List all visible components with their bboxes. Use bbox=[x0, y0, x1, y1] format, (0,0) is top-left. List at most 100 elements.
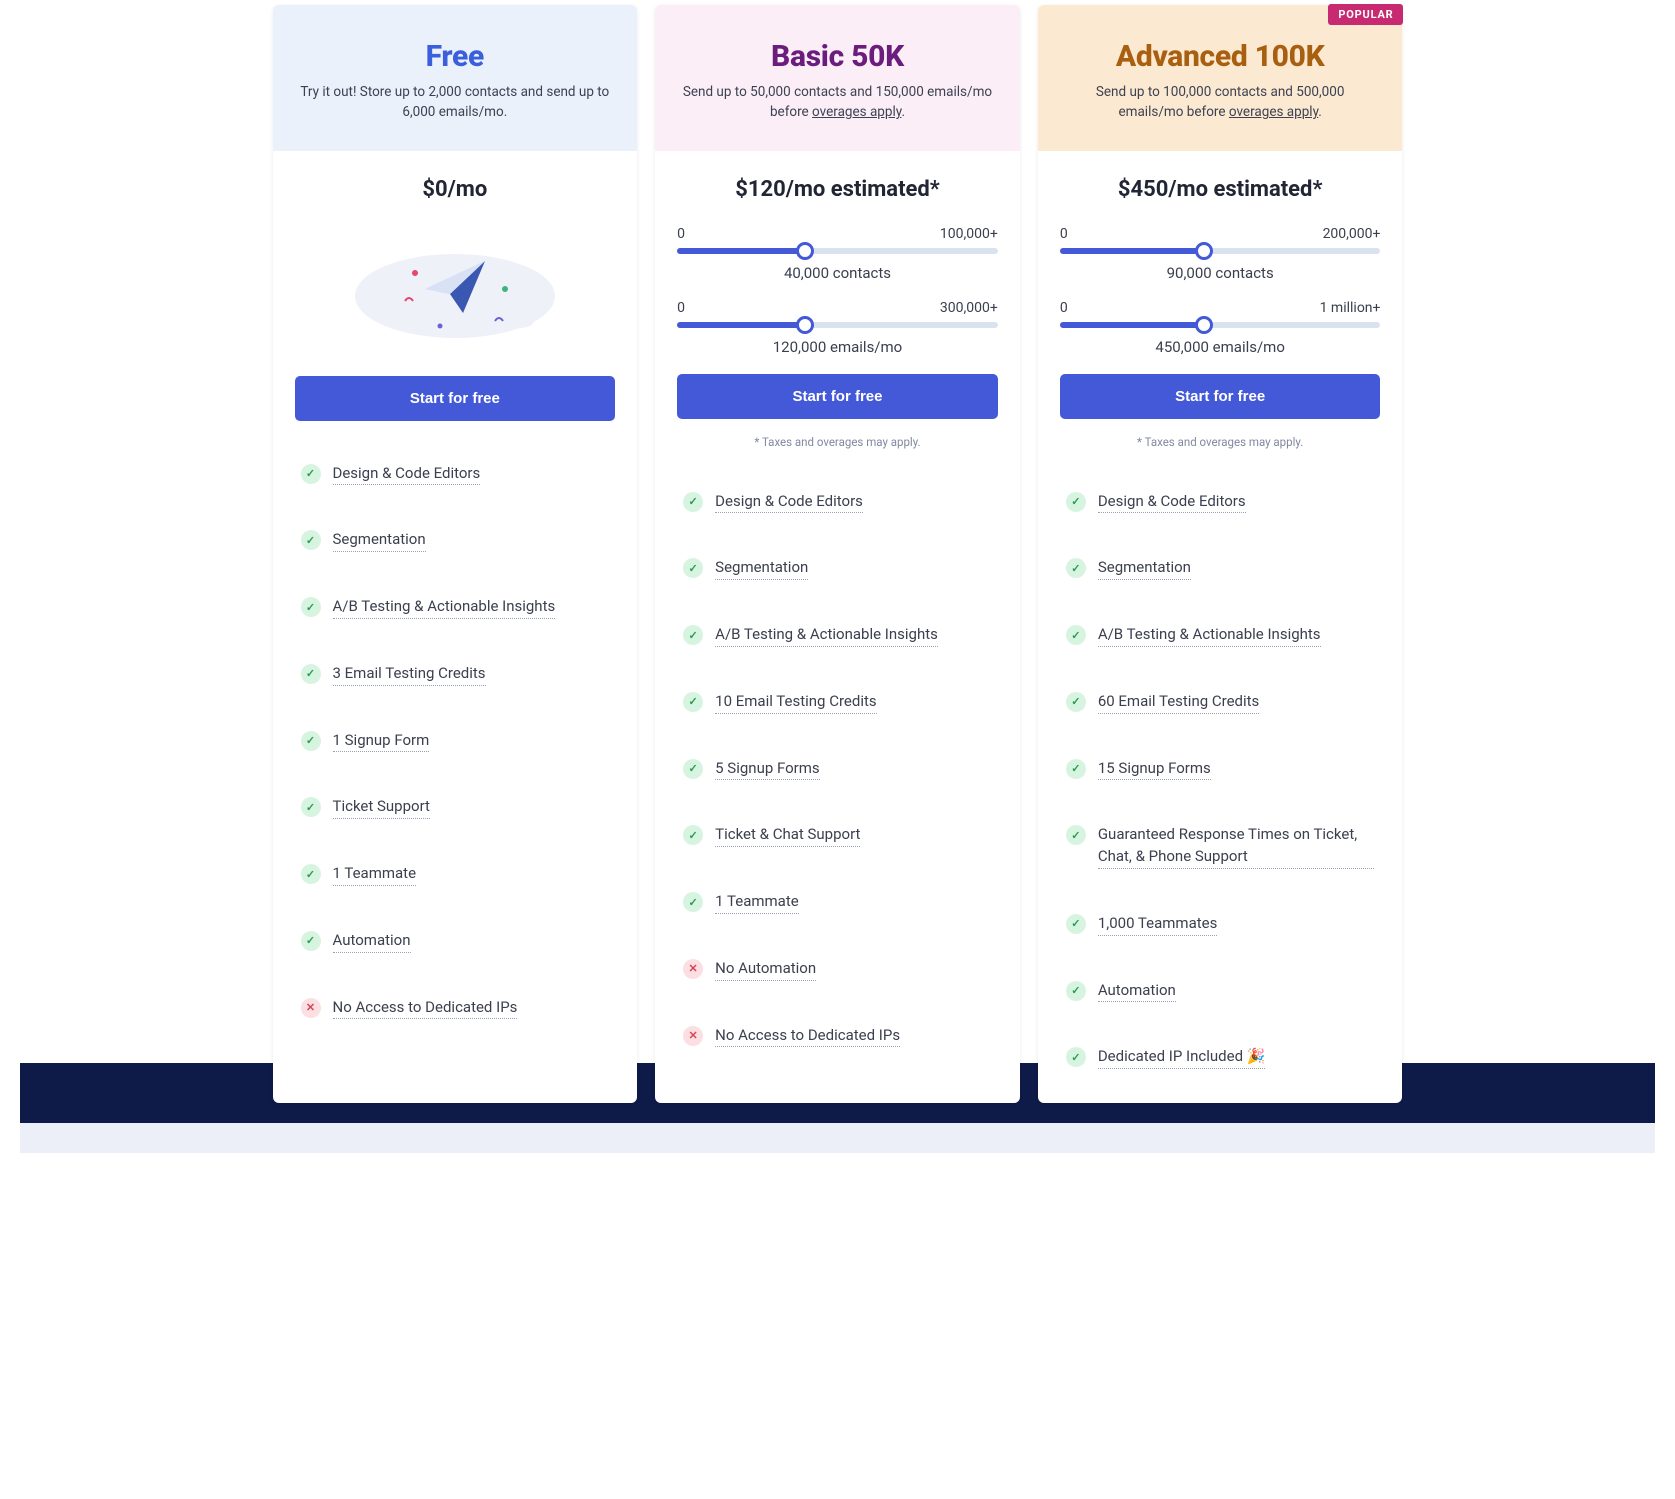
feature-row: ✓1 Teammate bbox=[683, 891, 992, 914]
plan-title: Basic 50K bbox=[679, 39, 996, 74]
plan-card-advanced: POPULAR Advanced 100K Send up to 100,000… bbox=[1038, 5, 1403, 1103]
tax-note: * Taxes and overages may apply. bbox=[1060, 435, 1381, 449]
plan-subtitle: Send up to 100,000 contacts and 500,000 … bbox=[1062, 82, 1379, 123]
feature-row: ✓ Design & Code Editors bbox=[683, 491, 992, 514]
feature-row: ✓Automation bbox=[1066, 980, 1375, 1003]
subtitle-text: . bbox=[1318, 104, 1322, 120]
subtitle-text: . bbox=[901, 104, 905, 120]
feature-label: Automation bbox=[333, 930, 411, 953]
slider-track[interactable] bbox=[1060, 248, 1381, 254]
feature-label: Segmentation bbox=[1098, 557, 1191, 580]
feature-row: ✓ A/B Testing & Actionable Insights bbox=[1066, 624, 1375, 647]
feature-label: Segmentation bbox=[333, 529, 426, 552]
feature-row: ✕No Automation bbox=[683, 958, 992, 981]
feature-label: Design & Code Editors bbox=[715, 491, 863, 514]
check-icon: ✓ bbox=[301, 731, 321, 751]
slider-min: 0 bbox=[1060, 226, 1068, 242]
feature-label: Dedicated IP Included 🎉 bbox=[1098, 1046, 1266, 1069]
feature-label: 60 Email Testing Credits bbox=[1098, 691, 1259, 714]
feature-label: 10 Email Testing Credits bbox=[715, 691, 876, 714]
check-icon: ✓ bbox=[1066, 625, 1086, 645]
check-icon: ✓ bbox=[683, 558, 703, 578]
feature-row: ✓ Dedicated IP Included 🎉 bbox=[1066, 1046, 1375, 1069]
feature-label: 1,000 Teammates bbox=[1098, 913, 1218, 936]
feature-label: 3 Email Testing Credits bbox=[333, 663, 486, 686]
feature-label: 1 Teammate bbox=[715, 891, 799, 914]
plan-price: $120/mo estimated* bbox=[677, 177, 998, 202]
feature-label: A/B Testing & Actionable Insights bbox=[1098, 624, 1321, 647]
slider-value: 90,000 contacts bbox=[1060, 264, 1381, 282]
slider-thumb[interactable] bbox=[796, 242, 814, 260]
feature-row: ✓Guaranteed Response Times on Ticket, Ch… bbox=[1066, 824, 1375, 869]
check-icon: ✓ bbox=[301, 597, 321, 617]
check-icon: ✓ bbox=[683, 492, 703, 512]
feature-label: Design & Code Editors bbox=[333, 463, 481, 486]
feature-label: No Automation bbox=[715, 958, 816, 981]
contacts-slider: 0 200,000+ 90,000 contacts bbox=[1060, 226, 1381, 282]
check-icon: ✓ bbox=[1066, 1047, 1086, 1067]
feature-row: ✓5 Signup Forms bbox=[683, 758, 992, 781]
slider-thumb[interactable] bbox=[1195, 316, 1213, 334]
feature-label: 1 Teammate bbox=[333, 863, 417, 886]
check-icon: ✓ bbox=[1066, 914, 1086, 934]
slider-fill bbox=[677, 248, 805, 254]
start-free-button[interactable]: Start for free bbox=[677, 374, 998, 419]
slider-max: 100,000+ bbox=[940, 226, 998, 242]
overages-link[interactable]: overages apply bbox=[1229, 104, 1318, 120]
plan-header: Free Try it out! Store up to 2,000 conta… bbox=[273, 5, 638, 151]
pricing-grid: Free Try it out! Store up to 2,000 conta… bbox=[273, 5, 1403, 1103]
feature-label: Ticket & Chat Support bbox=[715, 824, 860, 847]
feature-row: ✓Ticket & Chat Support bbox=[683, 824, 992, 847]
slider-thumb[interactable] bbox=[1195, 242, 1213, 260]
plan-subtitle: Try it out! Store up to 2,000 contacts a… bbox=[297, 82, 614, 123]
feature-row: ✓A/B Testing & Actionable Insights bbox=[301, 596, 610, 619]
start-free-button[interactable]: Start for free bbox=[295, 376, 616, 421]
slider-track[interactable] bbox=[677, 322, 998, 328]
check-icon: ✓ bbox=[301, 664, 321, 684]
cross-icon: ✕ bbox=[683, 1026, 703, 1046]
plan-price: $0/mo bbox=[295, 177, 616, 202]
feature-label: No Access to Dedicated IPs bbox=[333, 997, 518, 1020]
feature-label: 5 Signup Forms bbox=[715, 758, 820, 781]
feature-row: ✓60 Email Testing Credits bbox=[1066, 691, 1375, 714]
feature-row: ✓A/B Testing & Actionable Insights bbox=[683, 624, 992, 647]
feature-list: ✓Design & Code Editors✓Segmentation✓A/B … bbox=[1038, 469, 1403, 1104]
feature-row: ✓ 10 Email Testing Credits bbox=[683, 691, 992, 714]
feature-list: ✓Design & Code Editors✓Segmentation✓A/B … bbox=[655, 469, 1020, 1082]
slider-value: 450,000 emails/mo bbox=[1060, 338, 1381, 356]
plan-body: $120/mo estimated* 0 100,000+ 40,000 con… bbox=[655, 151, 1020, 469]
emails-slider: 0 1 million+ 450,000 emails/mo bbox=[1060, 300, 1381, 356]
feature-row: ✓15 Signup Forms bbox=[1066, 758, 1375, 781]
feature-label: No Access to Dedicated IPs bbox=[715, 1025, 900, 1048]
check-icon: ✓ bbox=[301, 464, 321, 484]
feature-label: Ticket Support bbox=[333, 796, 430, 819]
overages-link[interactable]: overages apply bbox=[812, 104, 901, 120]
slider-fill bbox=[1060, 248, 1204, 254]
slider-max: 1 million+ bbox=[1320, 300, 1381, 316]
slider-track[interactable] bbox=[1060, 322, 1381, 328]
feature-row: ✕ No Access to Dedicated IPs bbox=[683, 1025, 992, 1048]
feature-row: ✓ Segmentation bbox=[301, 529, 610, 552]
feature-row: ✓ Ticket Support bbox=[301, 796, 610, 819]
check-icon: ✓ bbox=[1066, 825, 1086, 845]
slider-min: 0 bbox=[1060, 300, 1068, 316]
feature-row: ✓ 1 Teammate bbox=[301, 863, 610, 886]
slider-min: 0 bbox=[677, 300, 685, 316]
slider-thumb[interactable] bbox=[796, 316, 814, 334]
emails-slider: 0 300,000+ 120,000 emails/mo bbox=[677, 300, 998, 356]
tax-note: * Taxes and overages may apply. bbox=[677, 435, 998, 449]
slider-track[interactable] bbox=[677, 248, 998, 254]
check-icon: ✓ bbox=[301, 864, 321, 884]
check-icon: ✓ bbox=[301, 797, 321, 817]
check-icon: ✓ bbox=[1066, 558, 1086, 578]
feature-label: A/B Testing & Actionable Insights bbox=[715, 624, 938, 647]
check-icon: ✓ bbox=[301, 530, 321, 550]
feature-list: ✓ Design & Code Editors ✓ Segmentation ✓A/B … bbox=[273, 441, 638, 1054]
check-icon: ✓ bbox=[683, 692, 703, 712]
start-free-button[interactable]: Start for free bbox=[1060, 374, 1381, 419]
feature-row: ✓Segmentation bbox=[683, 557, 992, 580]
check-icon: ✓ bbox=[1066, 759, 1086, 779]
feature-row: ✓ 1,000 Teammates bbox=[1066, 913, 1375, 936]
check-icon: ✓ bbox=[301, 931, 321, 951]
plan-illustration bbox=[295, 226, 616, 356]
